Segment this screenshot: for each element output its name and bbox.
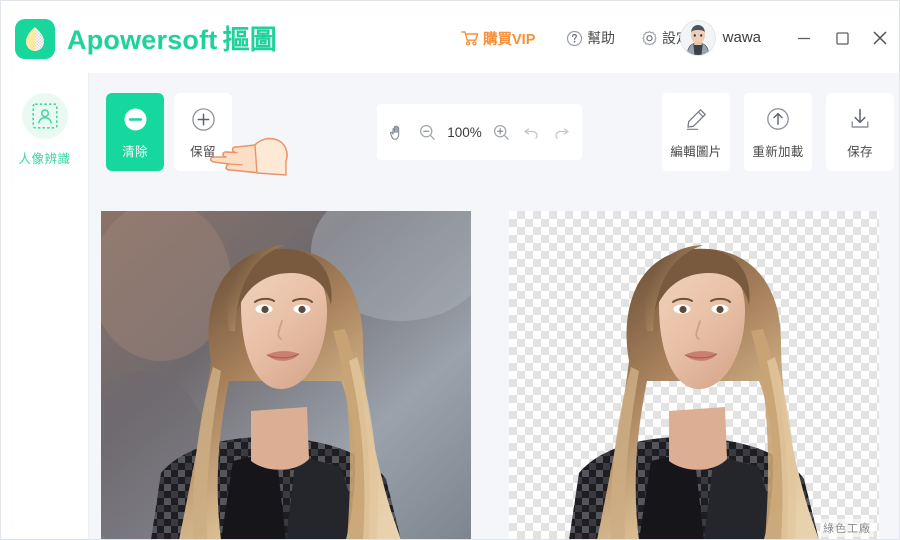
clear-label: 清除 bbox=[122, 144, 148, 159]
hand-pan-icon bbox=[389, 125, 400, 140]
sidebar: 人像辨識 bbox=[1, 73, 89, 539]
redo-button[interactable] bbox=[547, 117, 577, 147]
edit-image-label: 編輯圖片 bbox=[670, 145, 722, 159]
save-button[interactable]: 保存 bbox=[826, 93, 894, 171]
gear-icon bbox=[641, 30, 658, 47]
arrow-up-circle-icon bbox=[765, 104, 791, 134]
maximize-button[interactable] bbox=[827, 23, 857, 53]
app-title-en: Apowersoft bbox=[67, 25, 218, 55]
avatar[interactable] bbox=[680, 20, 716, 56]
maximize-icon bbox=[836, 32, 849, 45]
watermark: 綠色工廠 bbox=[820, 519, 874, 537]
toolbar: 清除 保留 100% 編輯圖片 重新加載 保存 bbox=[89, 73, 899, 190]
redo-icon bbox=[555, 127, 569, 139]
minimize-icon bbox=[798, 37, 810, 40]
minus-circle-icon bbox=[123, 105, 148, 135]
pan-tool-button[interactable] bbox=[383, 117, 413, 147]
undo-button[interactable] bbox=[517, 117, 547, 147]
reload-button[interactable]: 重新加載 bbox=[744, 93, 812, 171]
edit-image-button[interactable]: 編輯圖片 bbox=[662, 93, 730, 171]
user-name: wawa bbox=[722, 29, 761, 46]
help-button[interactable]: 幫助 bbox=[566, 27, 615, 49]
sidebar-item-label: 人像辨識 bbox=[18, 152, 71, 166]
cart-icon bbox=[461, 30, 479, 46]
help-label: 幫助 bbox=[587, 30, 615, 46]
app-title-cn: 摳圖 bbox=[222, 25, 277, 55]
reload-label: 重新加載 bbox=[752, 145, 804, 159]
leaf-logo-icon bbox=[26, 27, 44, 51]
canvas-area: 綠色工廠 bbox=[89, 190, 899, 539]
plus-circle-icon bbox=[191, 105, 216, 135]
portrait-recognition-icon bbox=[21, 93, 68, 139]
zoom-out-icon bbox=[419, 124, 435, 140]
app-logo bbox=[15, 19, 55, 59]
title-bar: Apowersoft 摳圖 購買VIP 幫助 設定 wawa bbox=[1, 1, 899, 73]
zoom-out-button[interactable] bbox=[413, 117, 443, 147]
question-circle-icon bbox=[566, 30, 583, 47]
close-icon bbox=[873, 31, 887, 45]
original-image-panel[interactable] bbox=[101, 211, 471, 539]
user-avatar bbox=[681, 21, 715, 55]
page-title: Apowersoft 摳圖 bbox=[67, 18, 277, 57]
minimize-button[interactable] bbox=[789, 23, 819, 53]
keep-button[interactable]: 保留 bbox=[174, 93, 232, 171]
zoom-level[interactable]: 100% bbox=[443, 125, 487, 140]
app-window: Apowersoft 摳圖 購買VIP 幫助 設定 wawa 人像辨識 清除 保… bbox=[0, 0, 900, 540]
sidebar-item-portrait-recognition[interactable]: 人像辨識 bbox=[1, 93, 88, 167]
pencil-icon bbox=[683, 104, 709, 134]
close-button[interactable] bbox=[865, 23, 895, 53]
original-photo bbox=[101, 211, 471, 539]
undo-icon bbox=[524, 127, 538, 139]
keep-label: 保留 bbox=[190, 144, 216, 159]
cutout-photo bbox=[569, 245, 819, 539]
buy-vip-label: 購買VIP bbox=[483, 31, 536, 48]
cutout-image-panel[interactable]: 綠色工廠 bbox=[509, 211, 879, 539]
clear-button[interactable]: 清除 bbox=[106, 93, 164, 171]
zoom-controls: 100% bbox=[377, 104, 582, 160]
zoom-in-button[interactable] bbox=[487, 117, 517, 147]
zoom-in-icon bbox=[493, 124, 509, 140]
download-icon bbox=[847, 104, 873, 134]
buy-vip-button[interactable]: 購買VIP bbox=[461, 27, 535, 49]
save-label: 保存 bbox=[847, 145, 873, 159]
